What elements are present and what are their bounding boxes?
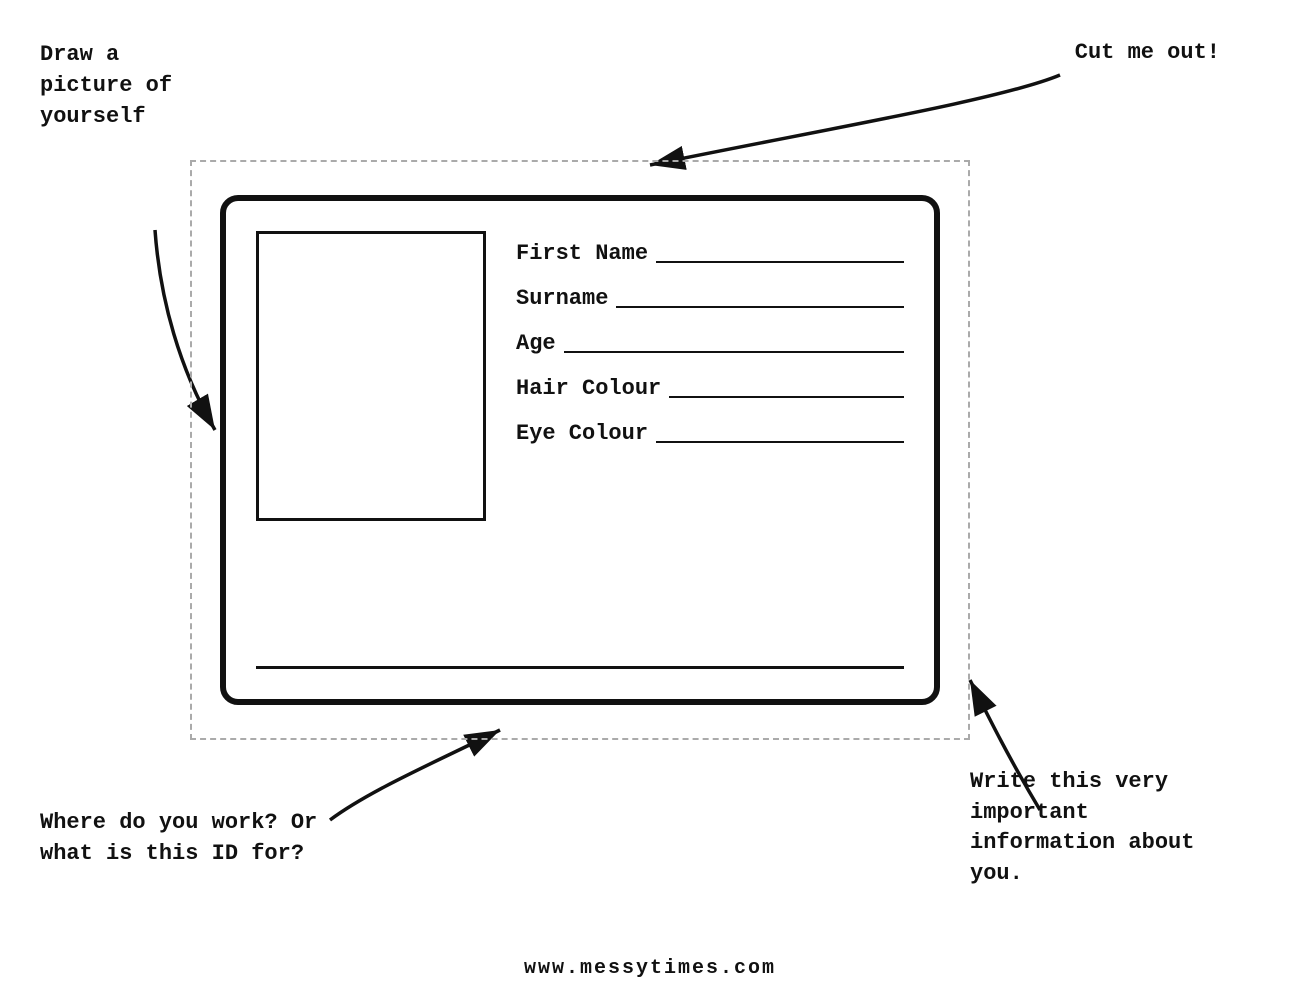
photo-box [256, 231, 486, 521]
first-name-line [656, 261, 904, 263]
hair-colour-field-row: Hair Colour [516, 376, 904, 401]
age-line [564, 351, 904, 353]
card-bottom-line [256, 666, 904, 669]
fields-area: First Name Surname Age Hair Colour Eye C… [516, 231, 904, 646]
first-name-field-row: First Name [516, 241, 904, 266]
draw-yourself-annotation: Draw apicture ofyourself [40, 40, 172, 132]
hair-colour-label: Hair Colour [516, 376, 661, 401]
where-do-you-work-annotation: Where do you work? Orwhat is this ID for… [40, 808, 317, 870]
eye-colour-label: Eye Colour [516, 421, 648, 446]
first-name-label: First Name [516, 241, 648, 266]
surname-line [616, 306, 904, 308]
surname-label: Surname [516, 286, 608, 311]
write-information-annotation: Write this very importantinformation abo… [970, 767, 1250, 890]
surname-field-row: Surname [516, 286, 904, 311]
hair-colour-line [669, 396, 904, 398]
eye-colour-line [656, 441, 904, 443]
age-field-row: Age [516, 331, 904, 356]
age-label: Age [516, 331, 556, 356]
id-card: First Name Surname Age Hair Colour Eye C… [220, 195, 940, 705]
cut-me-out-annotation: Cut me out! [1075, 40, 1220, 65]
id-card-top: First Name Surname Age Hair Colour Eye C… [256, 231, 904, 646]
eye-colour-field-row: Eye Colour [516, 421, 904, 446]
website-footer: www.messytimes.com [524, 957, 776, 980]
